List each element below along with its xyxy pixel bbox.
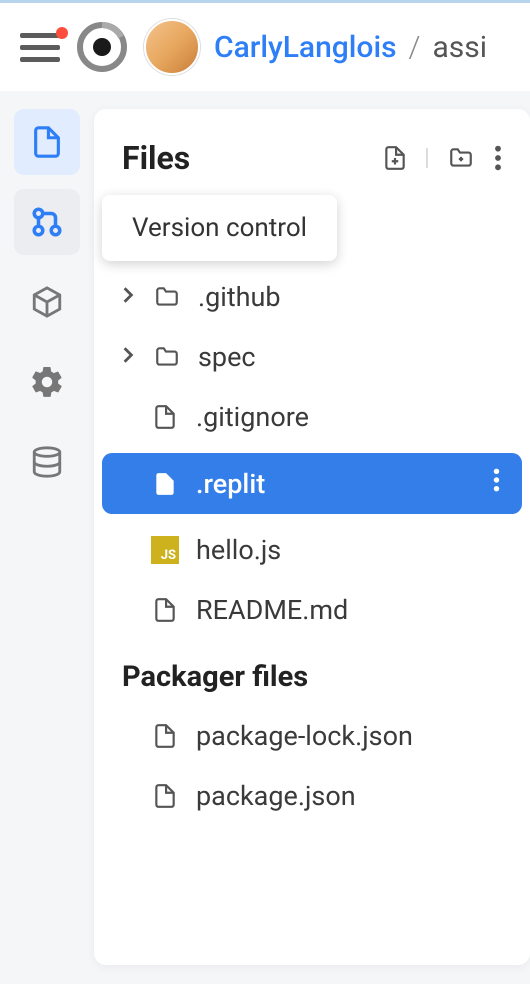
file-row-readme[interactable]: README.md [94,580,530,640]
file-name: .replit [196,468,477,500]
file-row-gitignore[interactable]: .gitignore [94,387,530,447]
sidebar-database-tab[interactable] [14,429,80,495]
file-name: .gitignore [196,401,309,433]
file-row-package-json[interactable]: package.json [94,766,530,826]
file-icon [150,595,180,625]
panel-menu-button[interactable] [494,144,502,172]
sidebar-files-tab[interactable] [14,109,80,175]
new-file-button[interactable] [382,143,408,173]
action-divider [426,148,428,168]
file-row-menu-button[interactable] [493,467,510,500]
js-file-icon: JS [150,536,180,564]
folder-icon [152,344,182,370]
files-panel: Files Version control [94,109,530,965]
new-folder-button[interactable] [446,145,476,171]
breadcrumb-separator: / [409,30,421,65]
folder-icon [152,284,182,310]
folder-name: spec [198,341,256,373]
file-name: README.md [196,594,348,626]
panel-title: Files [122,139,190,177]
folder-name: .github [198,281,281,313]
breadcrumb-user[interactable]: CarlyLanglois [214,30,397,65]
file-icon [150,469,180,499]
sidebar-settings-tab[interactable] [14,349,80,415]
sidebar [14,109,94,965]
sidebar-version-control-tab[interactable] [14,189,80,255]
folder-row-spec[interactable]: spec [94,327,530,387]
file-name: package-lock.json [196,720,413,752]
file-list: .github spec .gitignore [94,197,530,826]
file-icon [150,781,180,811]
sidebar-packages-tab[interactable] [14,269,80,335]
header-bar: CarlyLanglois / assi [0,3,530,91]
chevron-right-icon [122,285,136,309]
file-name: hello.js [196,534,281,566]
packager-section-title: Packager files [94,640,530,706]
file-name: package.json [196,780,356,812]
file-row-hellojs[interactable]: JS hello.js [94,520,530,580]
file-icon [150,721,180,751]
notification-dot [56,27,68,39]
version-control-tooltip: Version control [102,195,337,261]
folder-row-github[interactable]: .github [94,267,530,327]
hamburger-menu[interactable] [20,33,60,62]
file-icon [150,402,180,432]
user-avatar[interactable] [144,19,200,75]
file-row-replit[interactable]: .replit [102,453,522,514]
breadcrumb-project[interactable]: assi [432,30,487,65]
file-row-package-lock[interactable]: package-lock.json [94,706,530,766]
app-logo[interactable] [74,19,130,75]
chevron-right-icon [122,345,136,369]
breadcrumb: CarlyLanglois / assi [214,30,487,65]
